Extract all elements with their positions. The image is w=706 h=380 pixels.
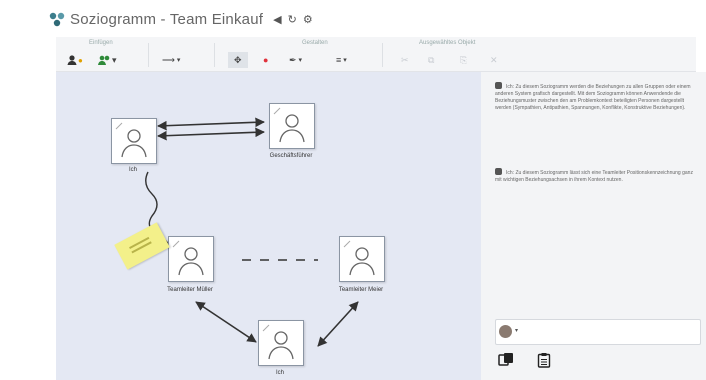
person-label: Ich (275, 370, 285, 376)
add-person-glyph: ● (78, 55, 83, 65)
person-add-icon (67, 55, 77, 65)
person-node-teamleiter-meier[interactable] (339, 236, 385, 282)
dropdown-caret-icon: ▾ (298, 57, 303, 64)
add-group-button[interactable]: ▾ (98, 53, 117, 67)
move-icon: ✥ (234, 54, 242, 65)
relation-arrow-meier-ich (317, 301, 359, 347)
sociogram-app-icon (49, 12, 65, 27)
person-label: Geschäftsführer (269, 153, 313, 159)
insert-comment-button[interactable] (498, 352, 514, 368)
pen-icon: ✒ (289, 54, 297, 65)
person-node-teamleiter-mueller[interactable] (168, 236, 214, 282)
copy-icon: ⎘ (460, 54, 468, 65)
color-button[interactable]: ● (263, 53, 268, 67)
relation-arrow-mueller-ich (195, 301, 257, 343)
duplicate-icon: ⧉ (428, 54, 435, 65)
share-icon[interactable]: ◀ (273, 13, 281, 26)
group-label-selected: Ausgewähltes Objekt (419, 40, 476, 46)
cut-icon: ✂ (401, 54, 409, 65)
relation-arrow-ich-gf (157, 117, 265, 131)
clipboard-button[interactable] (536, 352, 552, 368)
user-avatar[interactable] (499, 325, 512, 338)
comment-insert-icon (498, 353, 513, 366)
toolbar-separator (214, 43, 215, 67)
relation-arrow-gf-ich (157, 127, 265, 141)
group-label-insert: Einfügen (89, 40, 113, 46)
user-avatar-icon (495, 82, 502, 89)
comment-item: Ich: Zu diesem Soziogramm lässt sich ein… (495, 168, 693, 184)
delete-icon: ✕ (490, 54, 498, 65)
person-label: Teamleiter Müller (167, 287, 213, 293)
person-node-geschaeftsfuehrer[interactable] (269, 103, 315, 149)
dropdown-caret-icon: ▾ (176, 57, 181, 64)
select-tool-button[interactable]: ✥ (228, 52, 248, 68)
user-avatar-icon (495, 168, 502, 175)
relation-arrow-icon: ⟶ (162, 54, 175, 65)
pen-style-button[interactable]: ✒ ▾ (289, 53, 302, 67)
comments-panel: Ich: Zu diesem Soziogramm werden die Bez… (481, 72, 706, 380)
chevron-down-icon[interactable]: ▾ (515, 327, 518, 334)
comment-text: Ich: Zu diesem Soziogramm lässt sich ein… (495, 170, 693, 183)
duplicate-button[interactable]: ⧉ (428, 53, 434, 67)
ribbon-toolbar: Einfügen Gestalten Ausgewähltes Objekt ●… (56, 37, 696, 72)
group-add-icon (98, 55, 110, 65)
person-icon (115, 122, 147, 158)
delete-button[interactable]: ✕ (490, 53, 498, 67)
toolbar-separator (382, 43, 383, 67)
line-style-button[interactable]: ≡ ▾ (336, 53, 347, 67)
person-icon (273, 107, 305, 143)
color-dot-icon: ● (263, 55, 269, 65)
line-style-icon: ≡ (336, 55, 342, 65)
comment-text: Ich: Zu diesem Soziogramm werden die Bez… (495, 84, 691, 111)
copy-button[interactable]: ⎘ (460, 53, 467, 67)
comment-item: Ich: Zu diesem Soziogramm werden die Bez… (495, 82, 693, 112)
person-node-ich[interactable] (111, 118, 157, 164)
window-title: Soziogramm - Team Einkauf (70, 10, 264, 28)
comment-input[interactable]: ▾ (495, 319, 701, 345)
clipboard-icon (537, 353, 551, 368)
cut-button[interactable]: ✂ (401, 53, 409, 67)
person-icon (172, 240, 204, 276)
title-bar: Soziogramm - Team Einkauf ◀ ↻ ⚙ (48, 8, 313, 30)
person-node-ich-bottom[interactable] (258, 320, 304, 366)
settings-icon[interactable]: ⚙ (303, 13, 313, 26)
sociogram-canvas[interactable]: Ich Geschäftsführer Teamleiter Müller Te… (56, 72, 481, 380)
person-icon (262, 324, 294, 360)
toolbar-separator (148, 43, 149, 67)
person-label: Ich (128, 167, 138, 173)
dropdown-caret-icon: ▾ (343, 57, 347, 64)
relation-button[interactable]: ⟶ ▾ (162, 53, 180, 67)
sticky-note-lines (129, 236, 150, 249)
group-label-design: Gestalten (302, 40, 328, 46)
person-label: Teamleiter Meier (338, 287, 384, 293)
add-person-button[interactable]: ● (66, 53, 83, 67)
person-icon (343, 240, 375, 276)
dropdown-caret-icon: ▾ (112, 54, 117, 65)
link-icon[interactable]: ↻ (288, 13, 297, 26)
